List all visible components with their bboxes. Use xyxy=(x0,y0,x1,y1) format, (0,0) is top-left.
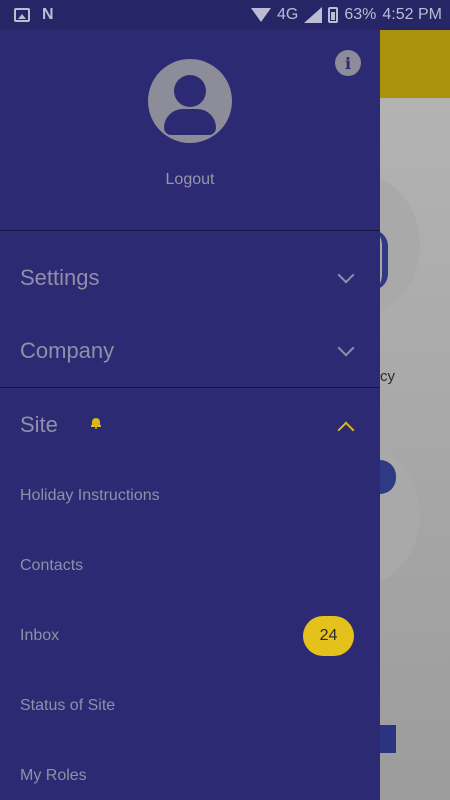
avatar[interactable] xyxy=(148,59,232,143)
navigation-drawer: i Logout Settings Company Site Holiday I… xyxy=(0,30,380,800)
chevron-down-icon xyxy=(337,266,355,284)
background-mark xyxy=(380,725,396,753)
image-icon xyxy=(14,8,30,22)
drawer-header: i Logout xyxy=(0,30,380,231)
signal-icon xyxy=(304,7,323,23)
menu-section-site[interactable]: Site xyxy=(0,388,380,461)
logout-link[interactable]: Logout xyxy=(0,171,380,189)
inbox-count-badge: 24 xyxy=(303,616,354,656)
battery-icon xyxy=(328,7,339,23)
menu-item-status-of-site[interactable]: Status of Site xyxy=(0,671,380,741)
avatar-head-icon xyxy=(174,75,206,107)
info-icon: i xyxy=(344,53,352,73)
menu-section-label: Settings xyxy=(20,264,100,290)
chevron-up-icon xyxy=(337,421,355,439)
menu-item-contacts[interactable]: Contacts xyxy=(0,531,380,601)
menu-item-label: My Roles xyxy=(20,767,87,784)
bell-icon xyxy=(91,418,101,429)
n-icon: N xyxy=(42,6,54,23)
chevron-down-icon xyxy=(337,339,355,357)
battery-percent: 63% xyxy=(344,6,377,23)
menu-item-holiday-instructions[interactable]: Holiday Instructions xyxy=(0,461,380,531)
menu-item-label: Inbox xyxy=(20,627,60,644)
background-partial-text: cy xyxy=(380,368,395,385)
clock: 4:52 PM xyxy=(382,6,442,23)
menu-section-company[interactable]: Company xyxy=(0,314,380,387)
menu-item-inbox[interactable]: Inbox 24 xyxy=(0,601,380,671)
wifi-icon xyxy=(251,8,272,22)
network-type: 4G xyxy=(277,6,299,23)
avatar-body-icon xyxy=(164,109,216,135)
info-button[interactable]: i xyxy=(335,50,361,76)
menu-item-label: Status of Site xyxy=(20,697,116,714)
menu-section-label: Site xyxy=(20,411,58,437)
status-bar: N 4G 63% 4:52 PM xyxy=(0,0,450,30)
menu-item-label: Contacts xyxy=(20,557,84,574)
menu-item-label: Holiday Instructions xyxy=(20,487,160,504)
menu-item-my-roles[interactable]: My Roles xyxy=(0,741,380,800)
menu-section-settings[interactable]: Settings xyxy=(0,241,380,314)
menu-section-label: Company xyxy=(20,337,115,363)
